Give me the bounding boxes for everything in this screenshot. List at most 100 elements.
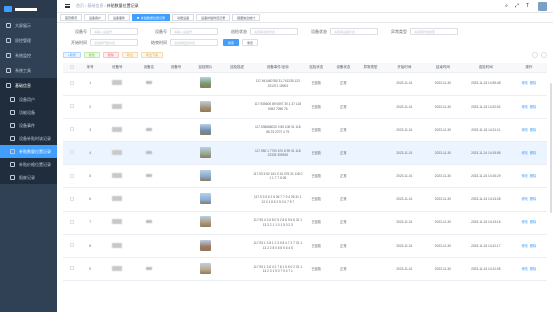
inspection-photo[interactable] [199,123,211,135]
device-name-cell [135,72,163,96]
search-icon[interactable]: ⌕ [505,3,508,9]
table-row[interactable]: 1 117.941460780 31.741235 123 221371 1590… [63,72,547,96]
add-button[interactable]: +新增 [63,52,81,58]
filter-input[interactable]: 请选择结束时间 [170,39,218,46]
select-all-checkbox[interactable] [70,64,75,69]
sidebar-item-1[interactable]: 质控管理 [0,33,57,48]
table-row[interactable]: 7 117.93 4 2 6 8 0 9 2 8 6 9 6 6 31 1 13 … [63,211,547,235]
row-delete-link[interactable]: 删除 [530,220,536,224]
row-select-cell[interactable] [63,141,82,166]
inspection-photo[interactable] [199,170,211,182]
table-row[interactable]: 8 117.93 1 3 8 1 2 3 0 8 4 7 2 7 31 1 13 … [63,234,547,259]
row-delete-link[interactable]: 删除 [530,174,536,178]
sidebar-item-0[interactable]: 大屏展示 [0,18,57,33]
inspection-photo[interactable] [199,77,211,89]
table-row[interactable]: 9 117.93 1 3 8 4 2 7 8 1 5 5 0 2 31 1 14 … [63,257,547,282]
tab-5[interactable]: 设备补贴时该记录 [196,14,231,21]
row-edit-link[interactable]: 修改 [521,197,527,201]
row-select-cell[interactable] [63,257,82,282]
font-size-icon[interactable]: T [526,3,529,9]
tab-0[interactable]: 首页概况 [60,14,83,21]
tab-3[interactable]: 补贴数量位置记录 [132,14,171,21]
filter-input[interactable]: 请选择异常类型 [410,28,458,35]
export-download-button[interactable]: 导出下载 [140,52,163,58]
row-select-cell[interactable] [63,164,82,189]
row-checkbox[interactable] [70,150,75,155]
fullscreen-icon[interactable]: ⤢ [515,3,519,9]
filter-input[interactable]: 请输入设备号 [90,28,138,35]
row-select-cell[interactable] [63,234,82,259]
sidebar-subitem-2[interactable]: 设备事件 [0,119,57,132]
sidebar-subitem-4[interactable]: 补贴数量位置记录 [0,145,57,158]
row-edit-link[interactable]: 修改 [521,174,527,178]
row-delete-link[interactable]: 删除 [530,151,536,155]
table-row[interactable]: 6 117.9 3 5 5 2 6 06 7 7 9 4 05 31 1 13 3… [63,187,547,212]
inspection-photo[interactable] [199,193,211,205]
row-checkbox[interactable] [70,173,75,178]
table-row[interactable]: 3 117.935686020 0 85 108 31 118 86 23 270… [63,118,547,143]
filter-input[interactable]: 请选择开始时间 [90,39,138,46]
scrollbar[interactable] [550,83,552,213]
sidebar-subitem-3[interactable]: 设备补贴时该记录 [0,132,57,145]
tab-4[interactable]: 功能设备 [172,14,195,21]
table-row[interactable]: 2 117.935600 89 0597 30.1 37 118 9052 709… [63,95,547,119]
inspection-photo[interactable] [199,262,211,274]
inspection-photo[interactable] [199,239,211,251]
row-delete-link[interactable]: 删除 [530,105,536,109]
select-all-header[interactable] [63,63,82,73]
filter-input[interactable]: 请选择巡检状态 [250,28,298,35]
row-delete-link[interactable]: 删除 [530,81,536,85]
row-edit-link[interactable]: 修改 [521,244,527,248]
search-button[interactable]: 搜索 [223,39,240,46]
sidebar-subitem-1[interactable]: 功能设备 [0,106,57,119]
filter-input[interactable]: 请选择设备状态 [330,28,378,35]
filter-input[interactable]: 请输入设备号 [170,28,218,35]
row-delete-link[interactable]: 删除 [530,197,536,201]
tab-2[interactable]: 设备事件 [108,14,131,21]
row-index: 8 [81,234,100,259]
sidebar-item-2[interactable]: 系统监控 [0,48,57,63]
row-checkbox[interactable] [70,243,75,248]
row-checkbox[interactable] [70,80,75,85]
table-row[interactable]: 5 117.93 5 52 161 0 15 076 31 118 0 1 1 7… [63,164,547,189]
export-button[interactable]: 导出 [121,52,138,58]
row-delete-link[interactable]: 删除 [530,128,536,132]
row-delete-link[interactable]: 删除 [530,244,536,248]
row-select-cell[interactable] [63,118,82,143]
row-select-cell[interactable] [63,72,82,96]
inspection-photo[interactable] [199,146,211,158]
row-edit-link[interactable]: 修改 [521,105,527,109]
sidebar-item-3[interactable]: 系统工具 [0,63,57,78]
tab-1[interactable]: 设备用户 [84,14,107,21]
toggle-search-icon[interactable] [532,52,538,58]
hamburger-icon[interactable] [65,4,70,8]
sidebar-item-4[interactable]: 基础信息 [0,78,57,93]
row-checkbox[interactable] [70,196,75,201]
row-select-cell[interactable] [63,211,82,235]
row-edit-link[interactable]: 修改 [521,267,527,271]
sidebar-subitem-6[interactable]: 报废记录 [0,171,57,184]
inspection-photo[interactable] [199,216,211,228]
row-checkbox[interactable] [70,104,75,109]
edit-button[interactable]: 修改 [83,52,100,58]
row-checkbox[interactable] [70,127,75,132]
row-edit-link[interactable]: 修改 [521,220,527,224]
tab-6[interactable]: 报废信息统计 [232,14,261,21]
reset-button[interactable]: 重置 [242,39,259,46]
avatar[interactable] [538,2,547,11]
inspection-photo[interactable] [199,100,211,112]
row-select-cell[interactable] [63,187,82,212]
refresh-icon[interactable] [541,52,547,58]
sidebar-subitem-5[interactable]: 补贴价格位置记录 [0,158,57,171]
row-edit-link[interactable]: 修改 [521,128,527,132]
row-checkbox[interactable] [70,219,75,224]
sidebar-subitem-0[interactable]: 设备用户 [0,93,57,106]
column-header: 结束时间 [424,63,461,73]
table-row[interactable]: 4 117.950 1 7700 670 8 99 31 118 22325 35… [63,141,547,166]
row-checkbox[interactable] [70,266,75,271]
row-select-cell[interactable] [63,95,82,119]
row-edit-link[interactable]: 修改 [521,81,527,85]
row-edit-link[interactable]: 修改 [521,151,527,155]
delete-button[interactable]: 删除 [102,52,119,58]
row-delete-link[interactable]: 删除 [530,267,536,271]
